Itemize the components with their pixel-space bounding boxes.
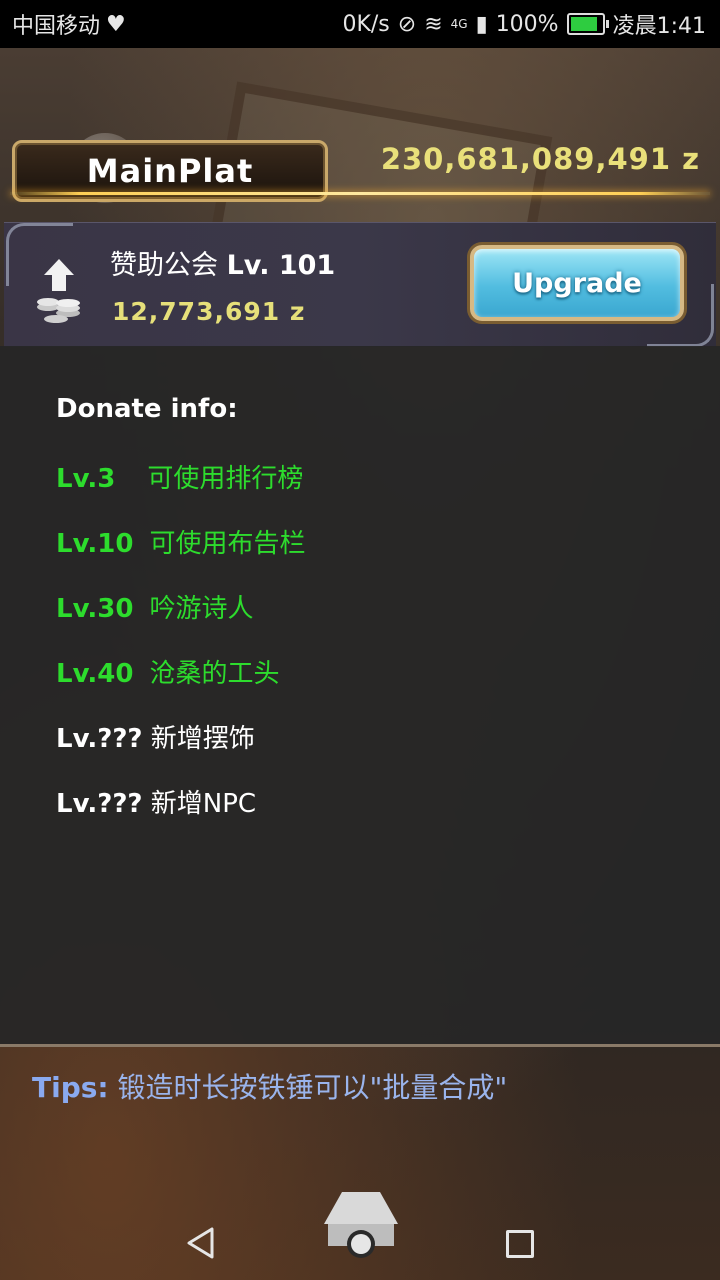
tips-label: Tips: (32, 1071, 109, 1104)
upgrade-button-label: Upgrade (512, 267, 642, 299)
unlock-level: Lv.30 (56, 594, 134, 624)
panel-divider (0, 1044, 720, 1047)
donate-info-panel: Donate info: Lv.3 可使用排行榜 Lv.10 可使用布告栏 Lv.3… (0, 346, 720, 1044)
battery-percent: 100% (495, 11, 559, 37)
list-item: Lv.40 沧桑的工头 (56, 653, 305, 718)
navigation-bar (0, 1192, 720, 1280)
unlock-level: Lv.3 (56, 464, 116, 494)
unlock-level: Lv.10 (56, 529, 134, 559)
list-item: Lv.10 可使用布告栏 (56, 523, 305, 588)
wifi-icon: ≋ (424, 11, 443, 37)
tips-text: 锻造时长按铁锤可以"批量合成" (117, 1071, 508, 1104)
unlock-level: Lv.??? (56, 789, 143, 819)
carrier-label: 中国移动 (12, 14, 101, 39)
unlock-reward: 吟游诗人 (149, 594, 254, 624)
unlock-reward: 新增NPC (150, 789, 257, 819)
network-type: 4G (450, 17, 468, 31)
coin-stack-upgrade-icon (37, 259, 80, 323)
upgrade-button[interactable]: Upgrade (470, 245, 684, 321)
header-divider (10, 192, 710, 195)
list-item: Lv.3 可使用排行榜 (56, 458, 305, 523)
status-bar: 中国移动 ♥ 0K/s ⊘ ≋ 4G ▮ 100% 凌晨1:41 (0, 0, 720, 48)
upgrade-cost: 12,773,691 z (112, 297, 306, 326)
list-item: Lv.??? 新增摆饰 (56, 718, 305, 783)
recent-apps-icon[interactable] (506, 1230, 534, 1258)
unlock-reward: 可使用排行榜 (147, 464, 304, 494)
home-icon[interactable] (322, 1192, 400, 1264)
unlock-reward: 新增摆饰 (150, 724, 255, 754)
battery-icon (566, 13, 609, 35)
unlock-level: Lv.??? (56, 724, 143, 754)
list-item: Lv.??? 新增NPC (56, 783, 305, 848)
donate-info-title: Donate info: (56, 394, 238, 424)
guild-name: 赞助公会 Lv. 101 (110, 243, 335, 282)
unlock-reward: 可使用布告栏 (149, 529, 306, 559)
page-title: MainPlat (86, 152, 254, 190)
list-item: Lv.30 吟游诗人 (56, 588, 305, 653)
guild-panel: 赞助公会 Lv. 101 12,773,691 z Upgrade (4, 222, 716, 347)
donate-info-list: Lv.3 可使用排行榜 Lv.10 可使用布告栏 Lv.30 吟游诗人 Lv.40 沧桑… (56, 458, 305, 848)
tips-bar: Tips: 锻造时长按铁锤可以"批量合成" (32, 1066, 507, 1106)
header: MainPlat 230,681,089,491 z (0, 130, 720, 205)
clock: 凌晨1:41 (612, 14, 706, 39)
unlock-reward: 沧桑的工头 (149, 659, 280, 689)
unlock-level: Lv.40 (56, 659, 134, 689)
total-money: 230,681,089,491 z (380, 142, 700, 176)
guild-level: Lv. 101 (226, 250, 336, 281)
health-icon: ♥ (106, 11, 126, 37)
network-speed: 0K/s (342, 11, 390, 37)
back-triangle-icon[interactable] (184, 1226, 218, 1260)
guild-name-label: 赞助公会 (110, 250, 218, 281)
sync-icon: ⊘ (397, 11, 417, 37)
signal-icon: ▮ (475, 11, 488, 37)
